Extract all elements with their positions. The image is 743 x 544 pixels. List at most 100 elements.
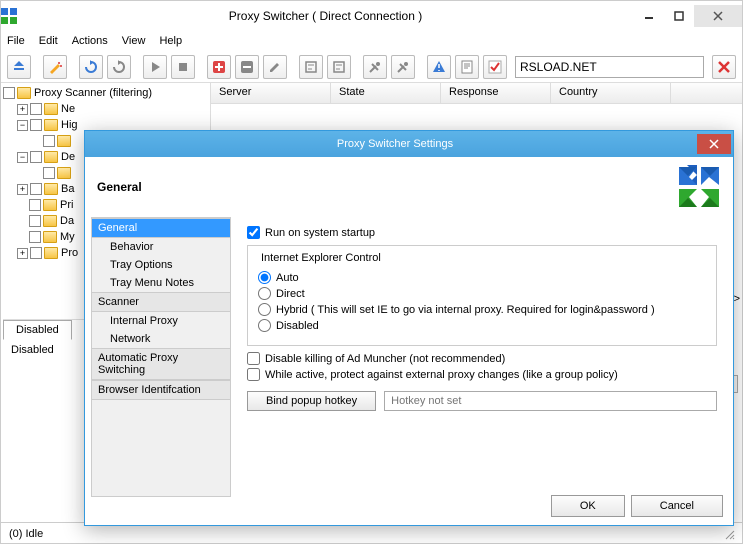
hotkey-input[interactable]: [384, 391, 717, 411]
col-response[interactable]: Response: [441, 83, 551, 103]
toolbar: [1, 51, 742, 83]
tree-checkbox[interactable]: [30, 151, 42, 163]
radio-hybrid-label: Hybrid ( This will set IE to go via inte…: [276, 304, 655, 316]
settings-form: Run on system startup Internet Explorer …: [231, 217, 733, 497]
connect1-button[interactable]: [363, 55, 387, 79]
tree-checkbox[interactable]: [43, 167, 55, 179]
tree-checkbox[interactable]: [29, 199, 41, 211]
nav-auto-switch[interactable]: Automatic Proxy Switching: [92, 348, 230, 380]
nav-browser-id[interactable]: Browser Identifcation: [92, 380, 230, 400]
run-startup-checkbox[interactable]: [247, 226, 260, 239]
folder-icon: [44, 151, 58, 163]
connect2-button[interactable]: [391, 55, 415, 79]
tree-root[interactable]: Proxy Scanner (filtering): [34, 87, 152, 99]
cancel-button[interactable]: Cancel: [631, 495, 723, 517]
nav-tray-options[interactable]: Tray Options: [92, 256, 230, 274]
stop-button[interactable]: [171, 55, 195, 79]
status-text: (0) Idle: [9, 528, 43, 540]
tree-expand[interactable]: +: [17, 104, 28, 115]
tree-item[interactable]: My: [60, 231, 75, 243]
refresh-button[interactable]: [79, 55, 103, 79]
clear-button[interactable]: [712, 55, 736, 79]
menu-edit[interactable]: Edit: [39, 35, 58, 47]
disable-admuncher-checkbox[interactable]: [247, 352, 260, 365]
dialog-titlebar: Proxy Switcher Settings: [85, 131, 733, 157]
folder-icon: [43, 215, 57, 227]
tab-disabled[interactable]: Disabled: [3, 320, 72, 340]
menu-view[interactable]: View: [122, 35, 146, 47]
tree-checkbox[interactable]: [29, 215, 41, 227]
tree-checkbox[interactable]: [30, 119, 42, 131]
folder-icon: [57, 135, 71, 147]
ok-button[interactable]: OK: [551, 495, 625, 517]
menu-help[interactable]: Help: [159, 35, 182, 47]
radio-auto[interactable]: [258, 271, 271, 284]
tree-item[interactable]: Ne: [61, 103, 75, 115]
eject-button[interactable]: [7, 55, 31, 79]
radio-hybrid[interactable]: [258, 303, 271, 316]
tree-checkbox[interactable]: [3, 87, 15, 99]
tree-item[interactable]: Hig: [61, 119, 78, 131]
nav-internal-proxy[interactable]: Internal Proxy: [92, 312, 230, 330]
nav-general[interactable]: General: [92, 218, 230, 238]
nav-network[interactable]: Network: [92, 330, 230, 348]
resize-grip-icon[interactable]: [722, 527, 736, 541]
radio-auto-label: Auto: [276, 272, 299, 284]
tree-item[interactable]: Da: [60, 215, 74, 227]
minimize-button[interactable]: [634, 5, 664, 27]
folder-icon: [57, 167, 71, 179]
tree-checkbox[interactable]: [30, 247, 42, 259]
col-country[interactable]: Country: [551, 83, 671, 103]
warning-button[interactable]: [427, 55, 451, 79]
nav-scanner[interactable]: Scanner: [92, 292, 230, 312]
tree-item[interactable]: Pro: [61, 247, 78, 259]
tree-checkbox[interactable]: [43, 135, 55, 147]
tree-collapse[interactable]: −: [17, 152, 28, 163]
play-button[interactable]: [143, 55, 167, 79]
tree-checkbox[interactable]: [30, 183, 42, 195]
remove-button[interactable]: [235, 55, 259, 79]
tool2-button[interactable]: [327, 55, 351, 79]
col-server[interactable]: Server: [211, 83, 331, 103]
scroll-right-icon[interactable]: >: [734, 293, 740, 305]
col-state[interactable]: State: [331, 83, 441, 103]
refresh2-button[interactable]: [107, 55, 131, 79]
nav-tray-menu-notes[interactable]: Tray Menu Notes: [92, 274, 230, 292]
folder-icon: [43, 199, 57, 211]
tree-collapse[interactable]: −: [17, 120, 28, 131]
folder-icon: [44, 103, 58, 115]
close-button[interactable]: [694, 5, 742, 27]
menubar: File Edit Actions View Help: [1, 31, 742, 51]
add-button[interactable]: [207, 55, 231, 79]
tree-checkbox[interactable]: [30, 103, 42, 115]
run-startup-label: Run on system startup: [265, 227, 375, 239]
bind-hotkey-button[interactable]: Bind popup hotkey: [247, 391, 376, 411]
app-logo-icon: [677, 165, 721, 209]
folder-icon: [44, 119, 58, 131]
wand-button[interactable]: [43, 55, 67, 79]
radio-direct[interactable]: [258, 287, 271, 300]
tree-checkbox[interactable]: [29, 231, 41, 243]
tree-expand[interactable]: +: [17, 184, 28, 195]
tree-item[interactable]: Pri: [60, 199, 73, 211]
tool1-button[interactable]: [299, 55, 323, 79]
maximize-button[interactable]: [664, 5, 694, 27]
settings-dialog: Proxy Switcher Settings General General …: [84, 130, 734, 526]
dialog-close-button[interactable]: [697, 134, 731, 154]
nav-behavior[interactable]: Behavior: [92, 238, 230, 256]
dialog-header-label: General: [97, 180, 677, 194]
protect-changes-checkbox[interactable]: [247, 368, 260, 381]
tree-item[interactable]: Ba: [61, 183, 74, 195]
check-button[interactable]: [483, 55, 507, 79]
menu-file[interactable]: File: [7, 35, 25, 47]
folder-icon: [43, 231, 57, 243]
menu-actions[interactable]: Actions: [72, 35, 108, 47]
tree-item[interactable]: De: [61, 151, 75, 163]
ie-control-group: Internet Explorer Control Auto Direct Hy…: [247, 245, 717, 346]
edit-button[interactable]: [263, 55, 287, 79]
folder-icon: [17, 87, 31, 99]
tree-expand[interactable]: +: [17, 248, 28, 259]
radio-disabled[interactable]: [258, 319, 271, 332]
url-input[interactable]: [515, 56, 704, 78]
note-button[interactable]: [455, 55, 479, 79]
